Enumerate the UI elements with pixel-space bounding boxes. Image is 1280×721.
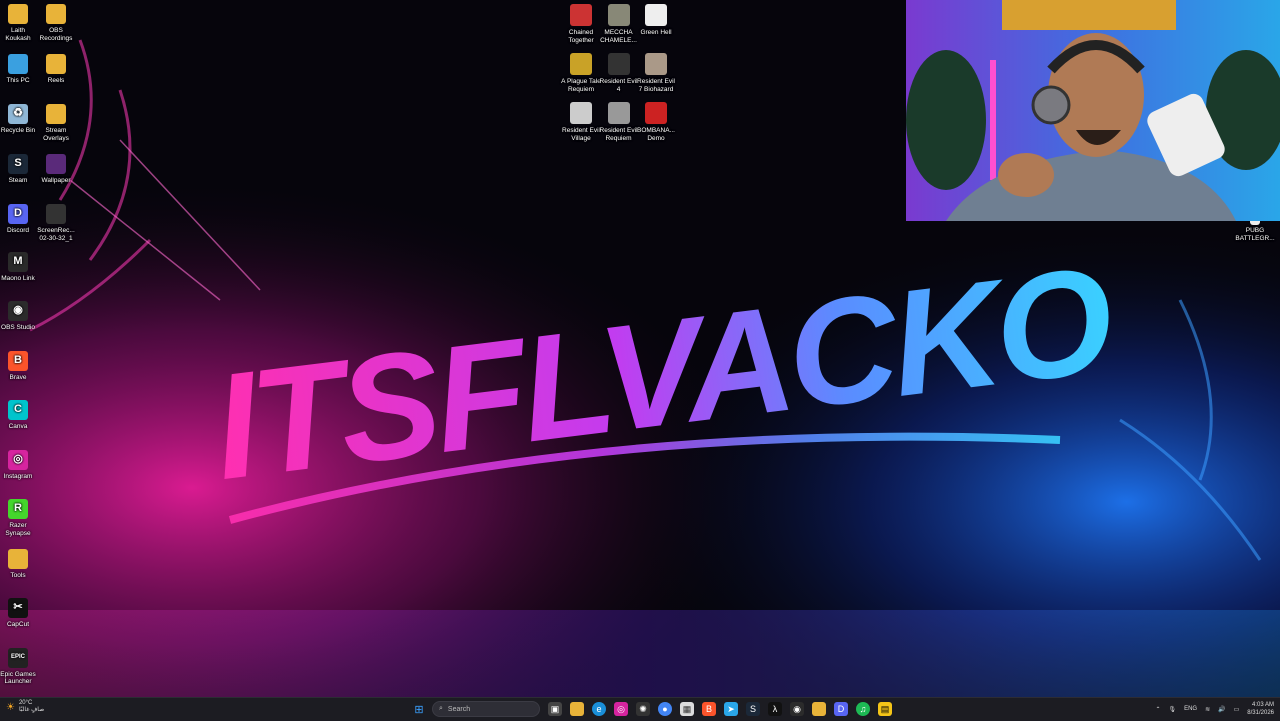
desktop-icon-brave[interactable]: B Brave	[0, 350, 40, 382]
search-icon: ⌕	[439, 705, 443, 712]
wallpaper-icon	[46, 154, 66, 174]
re7-icon	[645, 53, 667, 75]
start-button[interactable]: ⊞	[412, 702, 426, 716]
desktop-icon-canva[interactable]: C Canva	[0, 400, 40, 431]
reels-icon	[46, 54, 66, 74]
paper-plane-icon[interactable]: ➤	[724, 702, 738, 716]
instagram-label: Instagram	[3, 472, 33, 480]
screen-recording-icon	[46, 204, 66, 224]
terminal-icon[interactable]: λ	[768, 702, 782, 716]
brave-label: Brave	[9, 373, 27, 381]
canva-label: Canva	[8, 423, 28, 430]
desktop-icon-stream-overlays[interactable]: Stream Overlays	[34, 104, 78, 142]
re4-icon	[607, 53, 630, 75]
battery-icon[interactable]: ▭	[1234, 706, 1240, 713]
desktop-icon-instagram[interactable]: ◎ Instagram	[0, 449, 40, 481]
epic-games-label: Epic Games Launcher	[0, 670, 36, 686]
chatgpt-icon[interactable]: ✺	[636, 702, 650, 716]
taskbar-search[interactable]: ⌕ Search	[432, 701, 540, 717]
brave-icon: B	[8, 350, 28, 371]
obs-studio-icon: ◉	[8, 301, 28, 321]
capcut-icon: ✂	[8, 598, 28, 618]
desktop-icon-wallpaper[interactable]: Wallpaper	[34, 154, 78, 185]
taskbar: ☀ 20°C صافٍ غالبًا ⊞ ⌕ Search ▣ e ◎ ✺ ● …	[0, 697, 1280, 721]
desktop-icon-re7[interactable]: Resident Evil 7 Biohazard	[634, 53, 678, 93]
maono-link-label: Maono Link	[1, 274, 35, 282]
volume-icon[interactable]: 🔊	[1218, 706, 1225, 713]
tools-icon	[8, 548, 28, 569]
discord-taskbar-icon[interactable]: D	[834, 702, 848, 716]
obs-recordings-label: OBS Recordings	[39, 27, 73, 42]
stream-overlays-label: Stream Overlays	[43, 127, 69, 142]
stream-overlays-icon	[46, 104, 66, 124]
re-requiem-icon	[607, 102, 630, 124]
screen-recording-label: ScreenRec... 02-30-32_1	[37, 227, 75, 242]
file-explorer-icon[interactable]	[570, 702, 584, 716]
clock-date: 8/31/2026	[1247, 710, 1274, 716]
obs-studio-label: OBS Studio	[1, 324, 35, 331]
canva-icon: C	[8, 400, 28, 420]
meccha-chameleon-icon	[607, 4, 630, 26]
calendar-icon[interactable]: ▦	[680, 702, 694, 716]
discord-icon: D	[8, 204, 28, 224]
clock-time: 4:03 AM	[1251, 702, 1274, 708]
desktop-icon-bombana-demo[interactable]: BOMBANA... Demo	[634, 102, 678, 142]
maono-link-icon: M	[8, 251, 28, 272]
system-tray: ⌃ 🎙 ENG ≋ 🔊 ▭ 4:03 AM 8/31/2026	[1155, 701, 1274, 717]
task-view-icon[interactable]: ▣	[548, 702, 562, 716]
search-placeholder: Search	[447, 705, 471, 713]
notes-icon[interactable]: ▤	[878, 702, 892, 716]
plague-tale-icon	[570, 53, 592, 75]
desktop-icon-razer-synapse[interactable]: R Razer Synapse	[0, 499, 40, 537]
desktop-icon-maono-link[interactable]: M Maono Link	[0, 251, 40, 283]
tools-label: Tools	[10, 571, 26, 579]
brave-taskbar-icon[interactable]: B	[702, 702, 716, 716]
this-pc-icon	[8, 54, 28, 74]
desktop-icon-screen-recording[interactable]: ScreenRec... 02-30-32_1	[34, 204, 78, 242]
razer-synapse-label: Razer Synapse	[5, 522, 31, 537]
weather-desc: صافٍ غالبًا	[18, 707, 45, 713]
desktop-icon-obs-recordings[interactable]: OBS Recordings	[34, 4, 78, 42]
wallpaper-label: Wallpaper	[41, 177, 71, 184]
edge-icon[interactable]: e	[592, 702, 606, 716]
green-hell-label: Green Hell	[640, 29, 672, 36]
chrome-icon[interactable]: ●	[658, 702, 672, 716]
tray-overflow-icon[interactable]: ⌃	[1155, 706, 1160, 713]
weather-sun-icon: ☀	[6, 701, 15, 713]
instagram-icon: ◎	[8, 449, 28, 470]
desktop-icon-capcut[interactable]: ✂ CapCut	[0, 598, 40, 629]
desktop-icon-obs-studio[interactable]: ◉ OBS Studio	[0, 301, 40, 332]
webcam-overlay	[906, 0, 1280, 221]
bombana-demo-icon	[645, 102, 667, 124]
wifi-icon[interactable]: ≋	[1205, 706, 1210, 713]
epic-games-icon: EPIC	[8, 647, 28, 668]
weather-temp: 20°C	[18, 700, 33, 706]
desktop-icon-green-hell[interactable]: Green Hell	[634, 4, 678, 37]
folder-taskbar-icon[interactable]	[812, 702, 826, 716]
steam-icon: S	[8, 154, 28, 174]
desktop-icon-tools[interactable]: Tools	[0, 548, 40, 580]
microphone-icon[interactable]: 🎙	[1168, 706, 1176, 713]
reels-label: Reels	[47, 77, 65, 84]
razer-synapse-icon: R	[8, 499, 28, 519]
spotify-icon[interactable]: ♫	[856, 702, 870, 716]
user-folder-icon	[8, 4, 28, 24]
chained-together-icon	[570, 4, 592, 26]
language-indicator[interactable]: ENG	[1184, 706, 1197, 712]
steam-taskbar-icon[interactable]: S	[746, 702, 760, 716]
weather-widget[interactable]: ☀ 20°C صافٍ غالبًا	[6, 700, 44, 714]
capcut-label: CapCut	[6, 621, 30, 628]
desktop-icon-epic-games[interactable]: EPIC Epic Games Launcher	[0, 647, 40, 686]
clock[interactable]: 4:03 AM 8/31/2026	[1247, 701, 1274, 717]
green-hell-icon	[645, 4, 667, 26]
re7-label: Resident Evil 7 Biohazard	[637, 78, 675, 93]
re-village-icon	[570, 102, 592, 124]
bombana-demo-label: BOMBANA... Demo	[637, 127, 675, 142]
desktop-icon-reels[interactable]: Reels	[34, 54, 78, 85]
recycle-bin-icon: ♻	[8, 104, 28, 124]
obs-taskbar-icon[interactable]: ◉	[790, 702, 804, 716]
instagram-taskbar-icon[interactable]: ◎	[614, 702, 628, 716]
obs-recordings-icon	[46, 4, 66, 24]
